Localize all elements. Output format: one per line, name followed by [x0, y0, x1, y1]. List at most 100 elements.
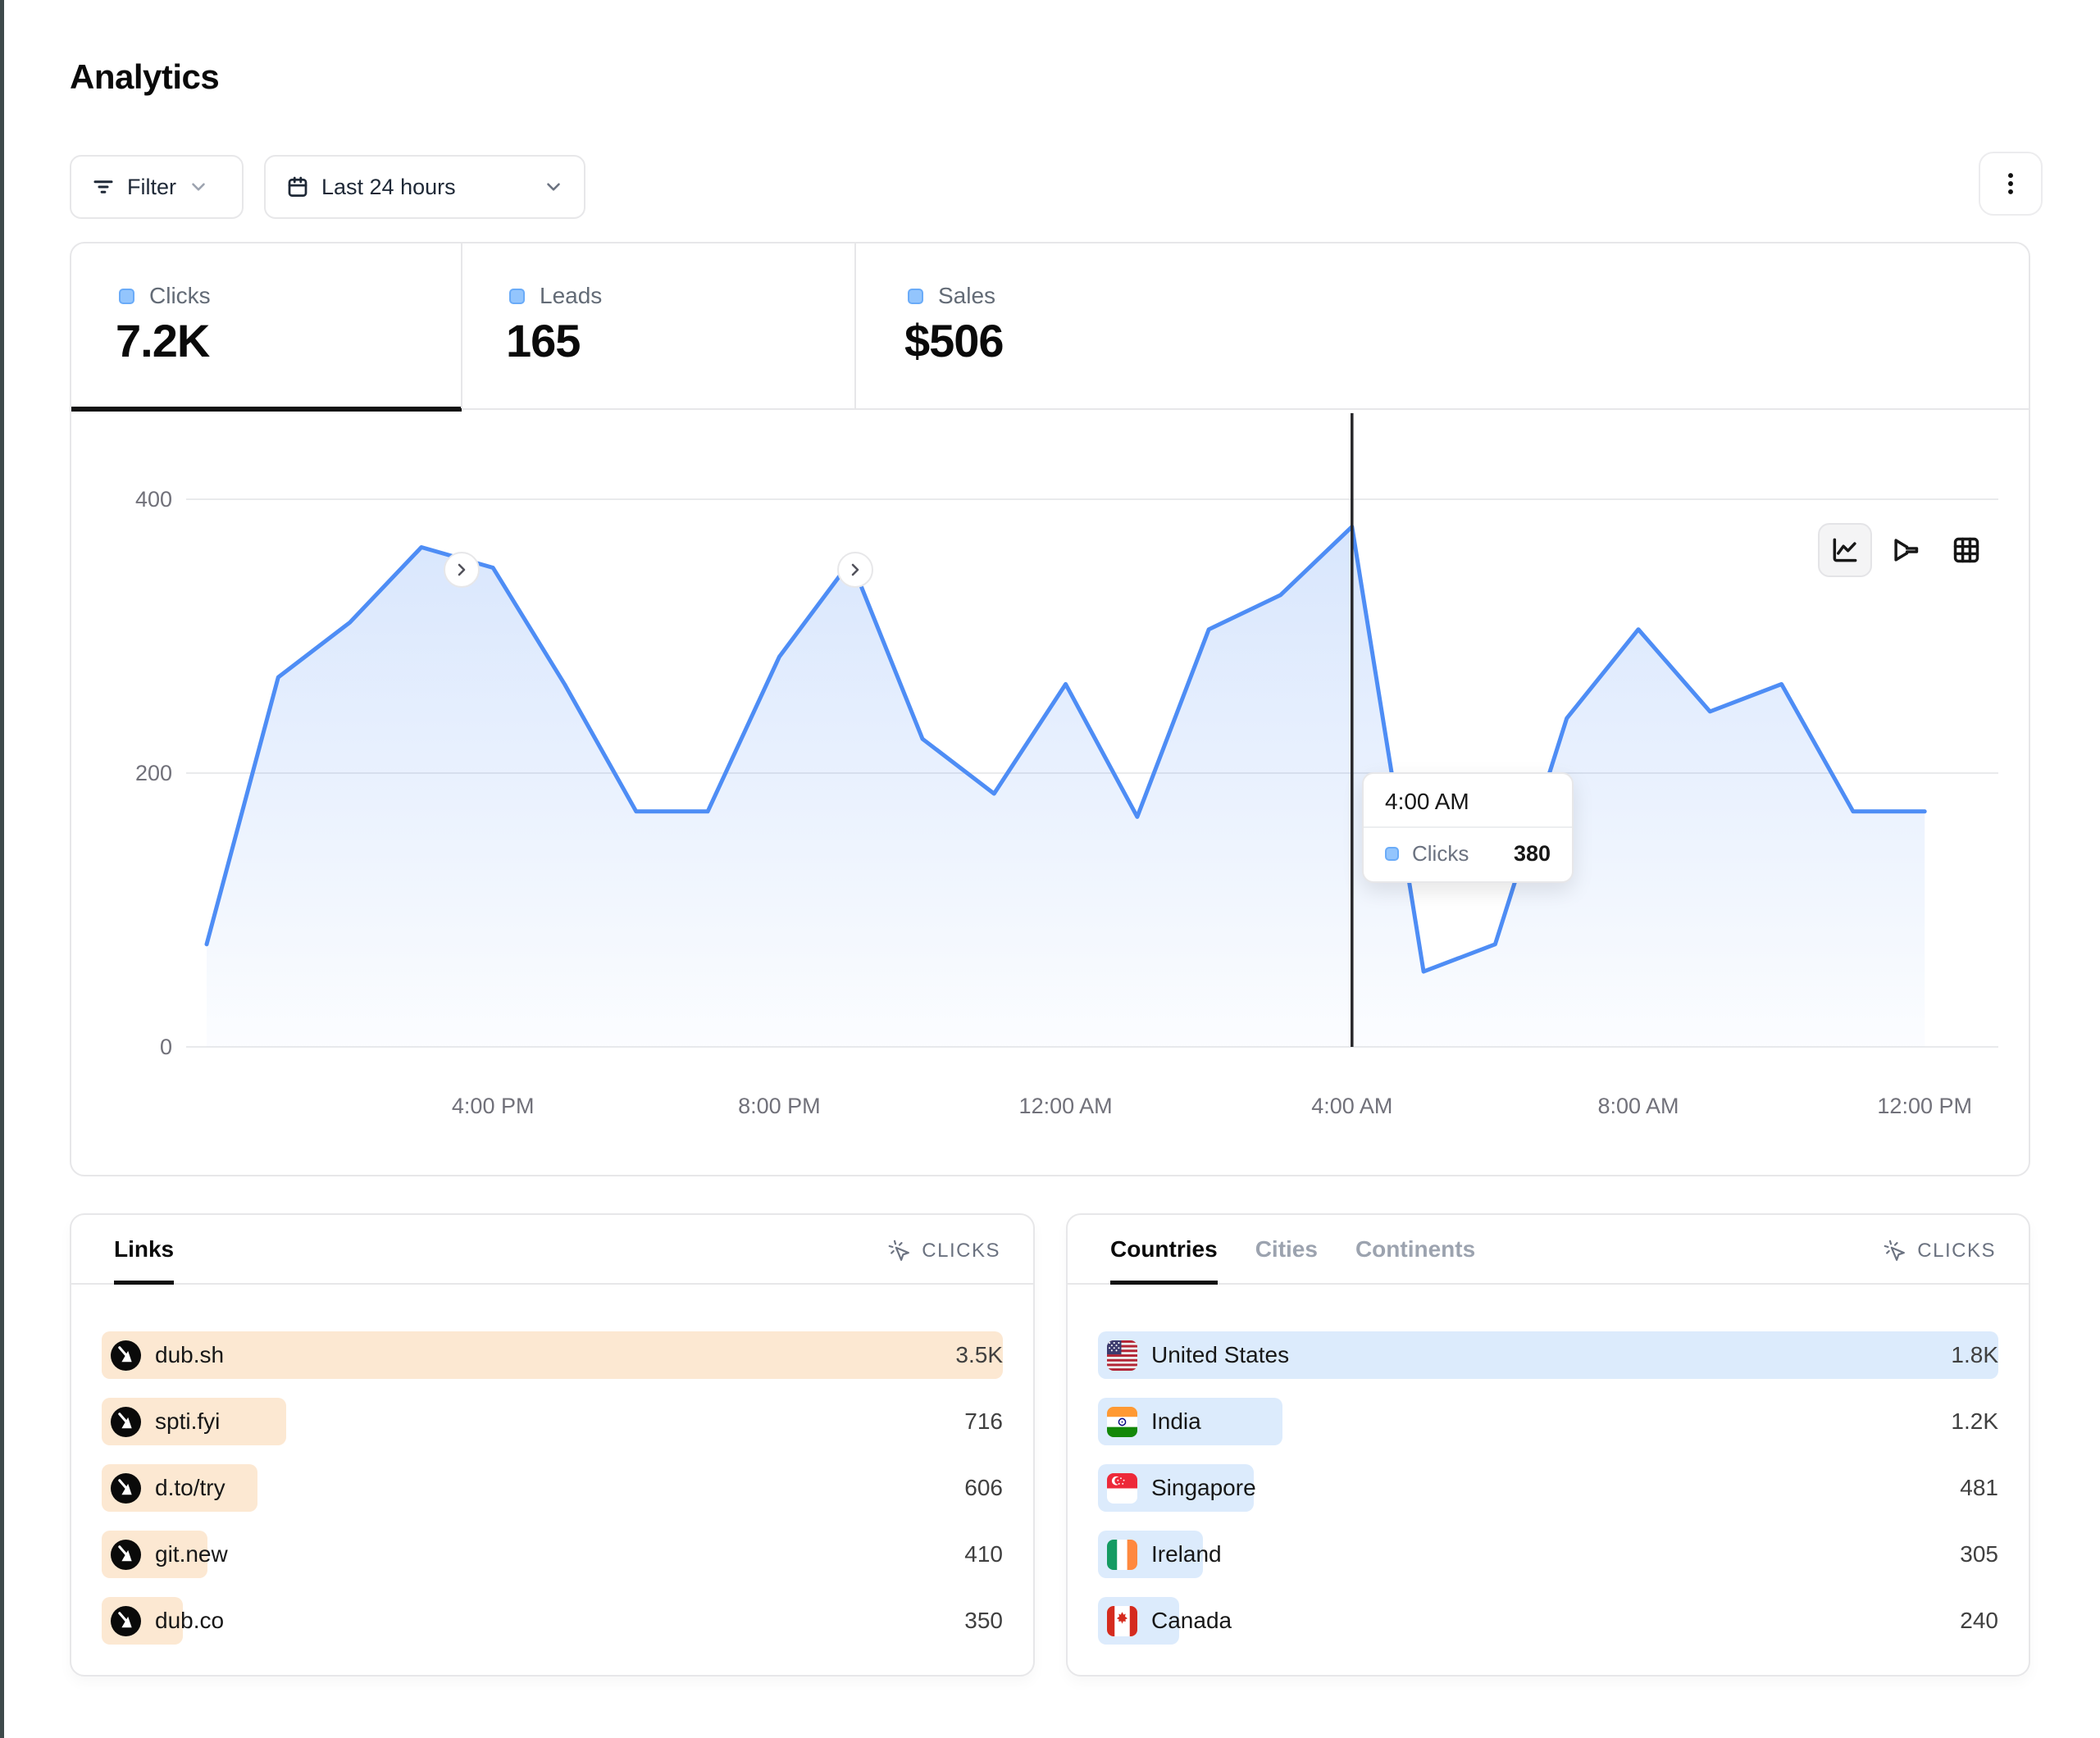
tooltip-legend-square-icon — [1385, 847, 1399, 861]
x-axis-tick: 4:00 AM — [1311, 1094, 1392, 1118]
tab-links[interactable]: Links — [114, 1215, 174, 1283]
dub-logo-icon — [111, 1473, 141, 1504]
item-value: 350 — [964, 1597, 1003, 1645]
x-axis-tick: 12:00 PM — [1877, 1094, 1972, 1118]
chevron-down-icon — [543, 176, 564, 198]
item-value: 1.2K — [1951, 1398, 1998, 1445]
item-value: 606 — [964, 1464, 1003, 1512]
page-title: Analytics — [70, 57, 219, 97]
y-axis-tick: 400 — [135, 487, 172, 512]
x-axis-tick: 8:00 PM — [738, 1094, 821, 1118]
tab-clicks[interactable]: Clicks 7.2K — [71, 243, 462, 410]
item-value: 716 — [964, 1398, 1003, 1445]
flag-sg-icon — [1107, 1473, 1137, 1504]
clicks-legend-square-icon — [119, 289, 134, 304]
list-item[interactable]: d.to/try 606 — [102, 1464, 1003, 1512]
chart-tooltip: 4:00 AM Clicks 380 — [1362, 772, 1574, 883]
item-label: United States — [1151, 1342, 1289, 1368]
list-item[interactable]: Canada 240 — [1098, 1597, 1998, 1645]
chevron-right-icon — [845, 560, 865, 580]
list-item[interactable]: United States 1.8K — [1098, 1331, 1998, 1379]
list-item[interactable]: dub.co 350 — [102, 1597, 1003, 1645]
tab-continents[interactable]: Continents — [1355, 1215, 1475, 1283]
list-item[interactable]: git.new 410 — [102, 1531, 1003, 1578]
expand-leads-chevron-button[interactable] — [444, 552, 480, 588]
filter-lines-icon — [91, 175, 116, 199]
stat-label: Clicks — [149, 283, 211, 309]
list-item[interactable]: Ireland 305 — [1098, 1531, 1998, 1578]
dub-logo-icon — [111, 1606, 141, 1636]
analytics-card: Clicks 7.2K Leads 165 Sales $506 — [70, 242, 2030, 1176]
stat-tabs-row: Clicks 7.2K Leads 165 Sales $506 — [71, 243, 2029, 410]
x-axis-tick: 12:00 AM — [1019, 1094, 1113, 1118]
tooltip-series-label: Clicks — [1412, 841, 1469, 867]
list-item[interactable]: India 1.2K — [1098, 1398, 1998, 1445]
more-options-button[interactable] — [1979, 152, 2043, 216]
tab-leads[interactable]: Leads 165 — [462, 243, 855, 410]
item-value: 1.8K — [1951, 1331, 1998, 1379]
tab-divider — [854, 243, 856, 408]
list-item[interactable]: Singapore 481 — [1098, 1464, 1998, 1512]
chevron-down-icon — [188, 176, 209, 198]
item-value: 410 — [964, 1531, 1003, 1578]
countries-metric-label: CLICKS — [1917, 1240, 1996, 1263]
item-label: Canada — [1151, 1608, 1232, 1634]
tooltip-time: 4:00 AM — [1364, 774, 1572, 828]
item-value: 240 — [1960, 1597, 1998, 1645]
item-label: git.new — [155, 1541, 228, 1567]
links-panel: Links CLICKS dub.sh 3.5K spti.fyi 716 d.… — [70, 1213, 1035, 1677]
flag-in-icon — [1107, 1407, 1137, 1437]
date-range-button[interactable]: Last 24 hours — [264, 155, 585, 219]
x-axis-tick: 8:00 AM — [1597, 1094, 1679, 1118]
item-label: spti.fyi — [155, 1408, 220, 1435]
links-metric-selector[interactable]: CLICKS — [887, 1239, 1000, 1283]
y-axis-tick: 0 — [160, 1035, 172, 1059]
stat-label: Leads — [540, 283, 602, 309]
item-label: Singapore — [1151, 1475, 1256, 1501]
stat-value: 165 — [506, 314, 580, 367]
stat-value: $506 — [904, 314, 1004, 367]
analytics-page: Analytics Filter Last 24 hours Cl — [0, 0, 2100, 1738]
tab-countries[interactable]: Countries — [1110, 1215, 1218, 1283]
chevron-right-icon — [452, 560, 471, 580]
calendar-icon — [285, 175, 310, 199]
item-value: 305 — [1960, 1531, 1998, 1578]
x-axis-tick: 4:00 PM — [452, 1094, 535, 1118]
countries-metric-selector[interactable]: CLICKS — [1883, 1239, 1996, 1283]
stat-label: Sales — [938, 283, 995, 309]
leads-legend-square-icon — [509, 289, 525, 304]
expand-sales-chevron-button[interactable] — [837, 552, 873, 588]
tab-divider — [461, 243, 462, 408]
filter-button[interactable]: Filter — [70, 155, 244, 219]
cursor-click-icon — [887, 1239, 912, 1263]
item-label: dub.co — [155, 1608, 224, 1634]
item-label: dub.sh — [155, 1342, 224, 1368]
page-left-edge-strip — [0, 0, 4, 1738]
area-chart-canvas: 0 200 400 4:00 PM 8:00 PM 12:00 AM 4:00 AM 8:0… — [71, 410, 2029, 1175]
date-range-label: Last 24 hours — [321, 175, 456, 200]
item-label: India — [1151, 1408, 1201, 1435]
dub-logo-icon — [111, 1340, 141, 1371]
sales-legend-square-icon — [908, 289, 923, 304]
stat-value: 7.2K — [116, 314, 209, 367]
cursor-click-icon — [1883, 1239, 1907, 1263]
dub-logo-icon — [111, 1540, 141, 1570]
item-label: Ireland — [1151, 1541, 1222, 1567]
filter-button-label: Filter — [127, 175, 176, 200]
tab-sales[interactable]: Sales $506 — [855, 243, 1314, 410]
dub-logo-icon — [111, 1407, 141, 1437]
tab-cities[interactable]: Cities — [1255, 1215, 1318, 1283]
item-value: 3.5K — [955, 1331, 1003, 1379]
countries-list: United States 1.8K India 1.2K Singapore … — [1068, 1285, 2029, 1645]
flag-us-icon — [1107, 1340, 1137, 1371]
list-item[interactable]: dub.sh 3.5K — [102, 1331, 1003, 1379]
countries-panel-header: Countries Cities Continents CLICKS — [1068, 1215, 2029, 1285]
y-axis-tick: 200 — [135, 761, 172, 785]
links-list: dub.sh 3.5K spti.fyi 716 d.to/try 606 gi… — [71, 1285, 1033, 1645]
links-panel-header: Links CLICKS — [71, 1215, 1033, 1285]
links-metric-label: CLICKS — [922, 1240, 1000, 1263]
list-item[interactable]: spti.fyi 716 — [102, 1398, 1003, 1445]
kebab-menu-icon — [1997, 170, 2025, 198]
clicks-time-series-chart[interactable]: 0 200 400 4:00 PM 8:00 PM 12:00 AM 4:00 AM 8:0… — [71, 410, 2029, 1175]
item-label: d.to/try — [155, 1475, 225, 1501]
